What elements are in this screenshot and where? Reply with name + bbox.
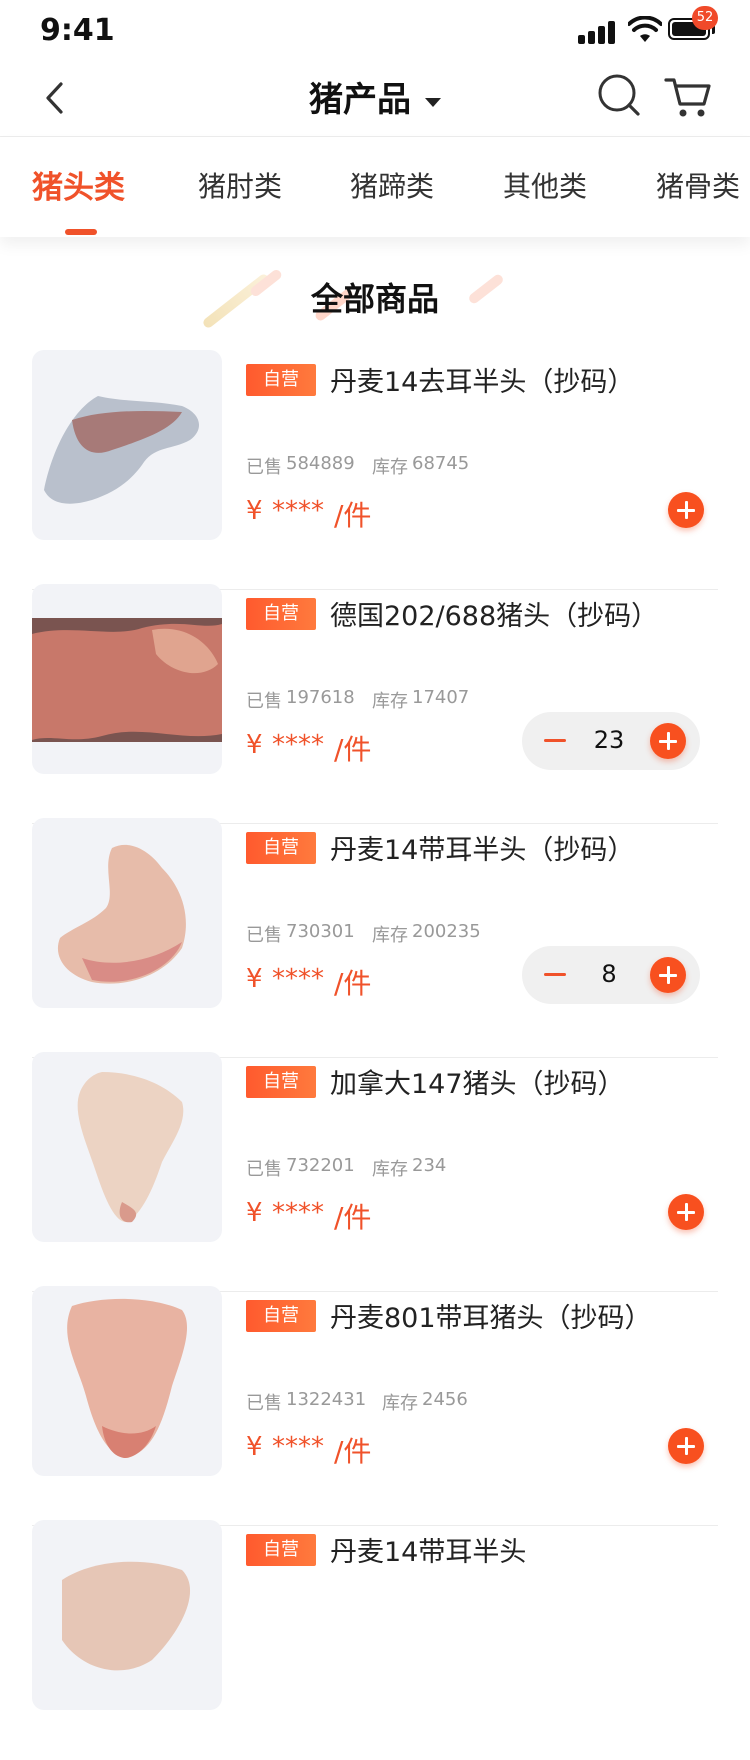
stock-count: 234 — [412, 1155, 447, 1176]
product-card[interactable]: 自营 丹麦14去耳半头（抄码） 已售 584889 库存 68745 ¥ ***… — [32, 350, 718, 590]
stock-label: 库存 — [372, 457, 408, 478]
self-operated-tag: 自营 — [246, 1066, 316, 1098]
price-unit: /件 — [334, 499, 372, 532]
currency-symbol: ¥ — [246, 1198, 263, 1228]
sold-count: 732201 — [286, 1155, 355, 1176]
stock-label: 库存 — [372, 691, 408, 712]
product-card[interactable]: 自营 丹麦14带耳半头 — [32, 1520, 718, 1760]
price-unit: /件 — [334, 1201, 372, 1234]
product-card[interactable]: 自营 丹麦14带耳半头（抄码） 已售 730301 库存 200235 ¥ **… — [32, 818, 718, 1058]
product-image — [32, 1052, 222, 1242]
stock-count: 2456 — [422, 1389, 468, 1410]
sold-label: 已售 — [246, 1393, 282, 1414]
currency-symbol: ¥ — [246, 730, 263, 760]
tab-other[interactable]: 其他类 — [503, 165, 587, 205]
sold-count: 730301 — [286, 921, 355, 942]
quantity-stepper[interactable]: 8 — [522, 946, 700, 1004]
add-to-cart-button[interactable] — [668, 492, 704, 528]
stock-label: 库存 — [372, 925, 408, 946]
increase-button[interactable] — [650, 957, 686, 993]
product-image — [32, 350, 222, 540]
cart-icon[interactable] — [664, 72, 714, 120]
wifi-icon — [628, 16, 662, 42]
self-operated-tag: 自营 — [246, 832, 316, 864]
nav-bar: 猪产品 — [0, 60, 750, 137]
price-unit: /件 — [334, 733, 372, 766]
currency-symbol: ¥ — [246, 1432, 263, 1462]
tab-pig-head[interactable]: 猪头类 — [32, 162, 125, 207]
product-image — [32, 1286, 222, 1476]
product-name: 丹麦14带耳半头 — [330, 1537, 527, 1568]
stock-count: 68745 — [412, 453, 470, 474]
self-operated-tag: 自营 — [246, 598, 316, 630]
tab-pig-elbow[interactable]: 猪肘类 — [198, 165, 282, 205]
section-title: 全部商品 — [310, 280, 439, 318]
product-name: 丹麦801带耳猪头（抄码） — [330, 1303, 652, 1334]
caret-down-icon — [425, 98, 441, 107]
price: **** — [272, 1198, 324, 1228]
status-time: 9:41 — [40, 13, 115, 48]
add-to-cart-button[interactable] — [668, 1428, 704, 1464]
active-tab-indicator — [65, 229, 97, 235]
sold-count: 1322431 — [286, 1389, 367, 1410]
stock-count: 200235 — [412, 921, 481, 942]
sold-label: 已售 — [246, 925, 282, 946]
cellular-signal-icon — [578, 20, 622, 44]
product-name: 丹麦14去耳半头（抄码） — [330, 367, 635, 398]
search-icon[interactable] — [596, 72, 642, 118]
self-operated-tag: 自营 — [246, 1300, 316, 1332]
decrease-button[interactable] — [534, 723, 570, 759]
product-image — [32, 818, 222, 1008]
sold-label: 已售 — [246, 457, 282, 478]
sold-label: 已售 — [246, 1159, 282, 1180]
category-tabs: 猪头类 猪肘类 猪蹄类 其他类 猪骨类 — [0, 137, 750, 237]
product-image — [32, 1520, 222, 1710]
price: **** — [272, 1432, 324, 1462]
product-card[interactable]: 自营 德国202/688猪头（抄码） 已售 197618 库存 17407 ¥ … — [32, 584, 718, 824]
stock-label: 库存 — [372, 1159, 408, 1180]
section-header: 全部商品 — [0, 266, 750, 336]
product-name: 德国202/688猪头（抄码） — [330, 601, 659, 632]
quantity-value: 23 — [593, 726, 625, 754]
tab-pig-bone[interactable]: 猪骨类 — [656, 165, 740, 205]
sold-label: 已售 — [246, 691, 282, 712]
price-unit: /件 — [334, 1435, 372, 1468]
stock-count: 17407 — [412, 687, 470, 708]
price: **** — [272, 964, 324, 994]
tab-pig-trotter[interactable]: 猪蹄类 — [350, 165, 434, 205]
add-to-cart-button[interactable] — [668, 1194, 704, 1230]
status-bar: 9:41 — [0, 0, 750, 60]
quantity-stepper[interactable]: 23 — [522, 712, 700, 770]
currency-symbol: ¥ — [246, 496, 263, 526]
page-title: 猪产品 — [309, 80, 411, 120]
stock-label: 库存 — [382, 1393, 418, 1414]
price-unit: /件 — [334, 967, 372, 1000]
decrease-button[interactable] — [534, 957, 570, 993]
product-image — [32, 584, 222, 774]
product-card[interactable]: 自营 加拿大147猪头（抄码） 已售 732201 库存 234 ¥ **** … — [32, 1052, 718, 1292]
quantity-value: 8 — [601, 960, 617, 988]
increase-button[interactable] — [650, 723, 686, 759]
self-operated-tag: 自营 — [246, 364, 316, 396]
price: **** — [272, 496, 324, 526]
currency-symbol: ¥ — [246, 964, 263, 994]
product-card[interactable]: 自营 丹麦801带耳猪头（抄码） 已售 1322431 库存 2456 ¥ **… — [32, 1286, 718, 1526]
cart-badge: 52 — [692, 6, 718, 30]
product-name: 丹麦14带耳半头（抄码） — [330, 835, 635, 866]
sold-count: 584889 — [286, 453, 355, 474]
price: **** — [272, 730, 324, 760]
self-operated-tag: 自营 — [246, 1534, 316, 1566]
sold-count: 197618 — [286, 687, 355, 708]
product-name: 加拿大147猪头（抄码） — [330, 1069, 625, 1100]
